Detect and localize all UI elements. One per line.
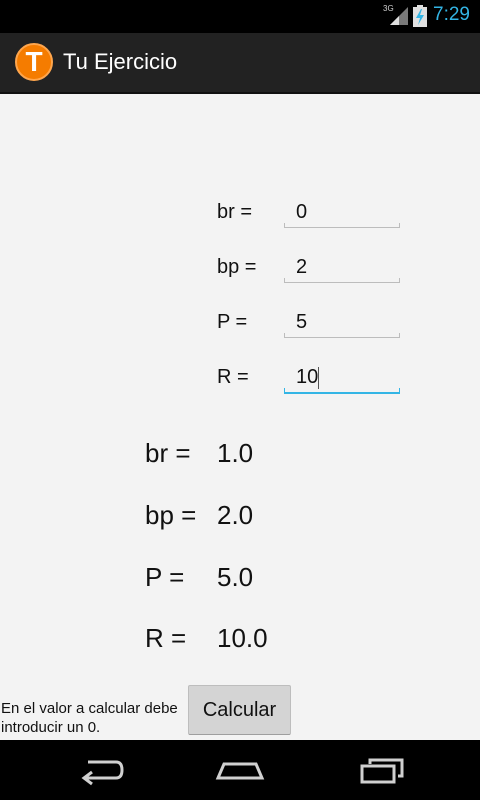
result-row-p: P = 5.0 bbox=[0, 562, 480, 602]
instruction-note: En el valor a calcular debe introducir u… bbox=[1, 700, 178, 736]
home-icon bbox=[215, 762, 265, 780]
home-button[interactable] bbox=[210, 750, 270, 790]
navigation-bar bbox=[0, 740, 480, 800]
bp-input[interactable] bbox=[284, 248, 400, 286]
input-label-br: br = bbox=[217, 201, 253, 223]
result-value-bp: 2.0 bbox=[217, 500, 254, 530]
action-bar: T Tu Ejercicio bbox=[0, 33, 480, 94]
input-underline bbox=[284, 333, 400, 338]
app-title: Tu Ejercicio bbox=[63, 49, 178, 74]
recent-apps-icon bbox=[360, 758, 404, 784]
input-label-r: R = bbox=[217, 366, 249, 388]
status-bar: 3G 7:29 bbox=[0, 0, 480, 33]
battery-charging-icon bbox=[413, 5, 427, 27]
input-label-p: P = bbox=[217, 311, 248, 333]
result-label-bp: bp = bbox=[145, 500, 197, 530]
result-row-bp: bp = 2.0 bbox=[0, 500, 480, 540]
input-underline-focused bbox=[284, 388, 400, 394]
input-row-br: br = bbox=[0, 193, 480, 233]
input-underline bbox=[284, 278, 400, 283]
input-label-bp: bp = bbox=[217, 256, 257, 278]
result-row-r: R = 10.0 bbox=[0, 623, 480, 663]
input-row-bp: bp = bbox=[0, 248, 480, 288]
recent-apps-button[interactable] bbox=[352, 750, 412, 790]
back-button[interactable] bbox=[70, 750, 130, 790]
result-label-br: br = bbox=[145, 438, 191, 468]
r-input[interactable] bbox=[284, 358, 400, 396]
result-value-br: 1.0 bbox=[217, 438, 254, 468]
calculate-button[interactable]: Calcular bbox=[188, 685, 291, 735]
result-label-p: P = bbox=[145, 562, 185, 592]
input-row-p: P = bbox=[0, 303, 480, 343]
result-row-br: br = 1.0 bbox=[0, 438, 480, 478]
input-underline bbox=[284, 223, 400, 228]
text-cursor bbox=[318, 367, 319, 389]
result-label-r: R = bbox=[145, 623, 187, 653]
app-logo-letter: T bbox=[25, 46, 43, 77]
br-input[interactable] bbox=[284, 193, 400, 231]
result-value-p: 5.0 bbox=[217, 562, 254, 592]
input-row-r: R = bbox=[0, 358, 480, 398]
app-logo-icon[interactable]: T bbox=[15, 43, 53, 81]
signal-icon bbox=[390, 7, 408, 25]
back-icon bbox=[81, 760, 124, 786]
result-value-r: 10.0 bbox=[217, 623, 268, 653]
p-input[interactable] bbox=[284, 303, 400, 341]
clock: 7:29 bbox=[433, 4, 470, 25]
